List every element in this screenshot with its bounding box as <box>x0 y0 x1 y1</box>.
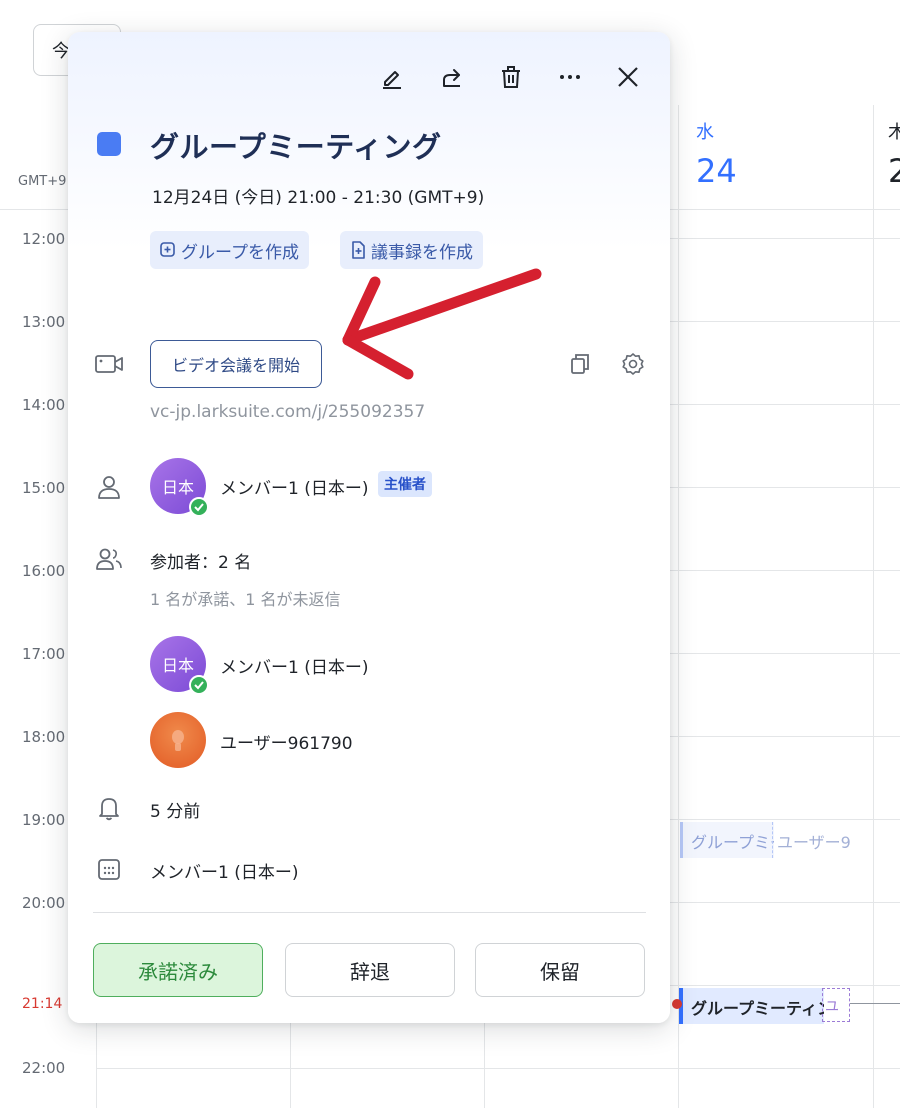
current-time-line <box>850 1003 900 1004</box>
check-icon <box>189 675 209 695</box>
create-minutes-label: 議事録を作成 <box>371 242 473 263</box>
delete-button[interactable] <box>494 60 528 94</box>
decline-button[interactable]: 辞退 <box>285 943 455 997</box>
user-silhouette-icon <box>172 730 184 751</box>
calendar-icon <box>94 854 124 884</box>
check-icon <box>189 497 209 517</box>
attendee-name: ユーザー961790 <box>220 734 353 754</box>
document-add-icon <box>352 241 365 259</box>
event-title: グループミーティング <box>150 130 442 164</box>
time-label: 12:00 <box>22 230 66 248</box>
avatar[interactable]: 日本 <box>150 636 209 695</box>
calendar-owner: メンバー1 (日本ー) <box>150 863 299 883</box>
calendar-event[interactable]: ユーザー961790 <box>772 822 852 858</box>
accept-button[interactable]: 承諾済み <box>93 943 263 997</box>
close-icon <box>618 67 638 87</box>
calendar-event-selected[interactable]: ユーザー961790 <box>822 988 850 1022</box>
time-label: 14:00 <box>22 396 66 414</box>
day-number: 2 <box>888 152 900 190</box>
gear-icon <box>622 353 644 375</box>
column-divider <box>873 105 874 1108</box>
time-label: 22:00 <box>22 1059 66 1077</box>
pencil-icon <box>383 71 401 89</box>
video-icon <box>94 349 124 379</box>
time-label: 16:00 <box>22 562 66 580</box>
column-divider <box>678 105 679 1108</box>
create-group-button[interactable]: グループを作成 <box>150 231 309 269</box>
avatar-text: 日本 <box>161 478 194 497</box>
time-label: 15:00 <box>22 479 66 497</box>
day-header-wed[interactable]: 水 24 <box>696 118 737 190</box>
avatar[interactable] <box>150 712 206 768</box>
current-time-dot <box>672 999 682 1009</box>
trash-icon <box>502 66 520 88</box>
timezone-label: GMT+9 <box>18 174 67 189</box>
close-button[interactable] <box>611 60 645 94</box>
hour-line <box>96 1068 900 1069</box>
more-icon <box>560 75 580 79</box>
time-label: 17:00 <box>22 645 66 663</box>
organizer-name: メンバー1 (日本ー) <box>220 479 369 499</box>
share-icon <box>443 69 460 87</box>
video-meeting-link[interactable]: vc-jp.larksuite.com/j/255092357 <box>150 402 425 422</box>
bell-icon <box>94 793 124 823</box>
attendee-summary: 1 名が承諾、1 名が未返信 <box>150 590 341 609</box>
video-settings-button[interactable] <box>616 347 650 381</box>
avatar-text: 日本 <box>161 656 194 675</box>
event-datetime: 12月24日 (今日) 21:00 - 21:30 (GMT+9) <box>152 188 485 208</box>
day-weekday: 水 <box>696 122 714 143</box>
event-color-swatch <box>97 132 121 156</box>
attendee-name: メンバー1 (日本ー) <box>220 658 369 678</box>
organizer-badge: 主催者 <box>378 471 432 497</box>
time-label: 19:00 <box>22 811 66 829</box>
edit-button[interactable] <box>375 60 409 94</box>
start-video-meeting-button[interactable]: ビデオ会議を開始 <box>150 340 322 388</box>
reminder-text: 5 分前 <box>150 802 201 822</box>
time-label: 18:00 <box>22 728 66 746</box>
attendees-icon <box>94 544 124 574</box>
time-label: 20:00 <box>22 894 66 912</box>
day-number: 24 <box>696 152 737 190</box>
time-label: 13:00 <box>22 313 66 331</box>
maybe-button[interactable]: 保留 <box>475 943 645 997</box>
person-icon <box>94 472 124 502</box>
current-time-label: 21:14 <box>22 996 63 1012</box>
day-header-thu[interactable]: 木 2 <box>888 118 900 190</box>
calendar-event-selected[interactable]: グループミーティング <box>679 988 824 1024</box>
create-minutes-button[interactable]: 議事録を作成 <box>340 231 483 269</box>
calendar-event[interactable]: グループミーティング <box>680 822 774 858</box>
attendee-count: 参加者：2 名 <box>150 553 252 573</box>
avatar[interactable]: 日本 <box>150 458 209 517</box>
more-button[interactable] <box>553 60 587 94</box>
copy-icon <box>571 354 589 374</box>
group-chat-icon <box>160 242 175 257</box>
share-button[interactable] <box>435 60 469 94</box>
day-weekday: 木 <box>888 122 900 143</box>
copy-link-button[interactable] <box>563 347 597 381</box>
divider <box>93 912 646 913</box>
create-group-label: グループを作成 <box>181 242 299 263</box>
event-detail-popup: グループミーティング 12月24日 (今日) 21:00 - 21:30 (GM… <box>68 32 670 1023</box>
